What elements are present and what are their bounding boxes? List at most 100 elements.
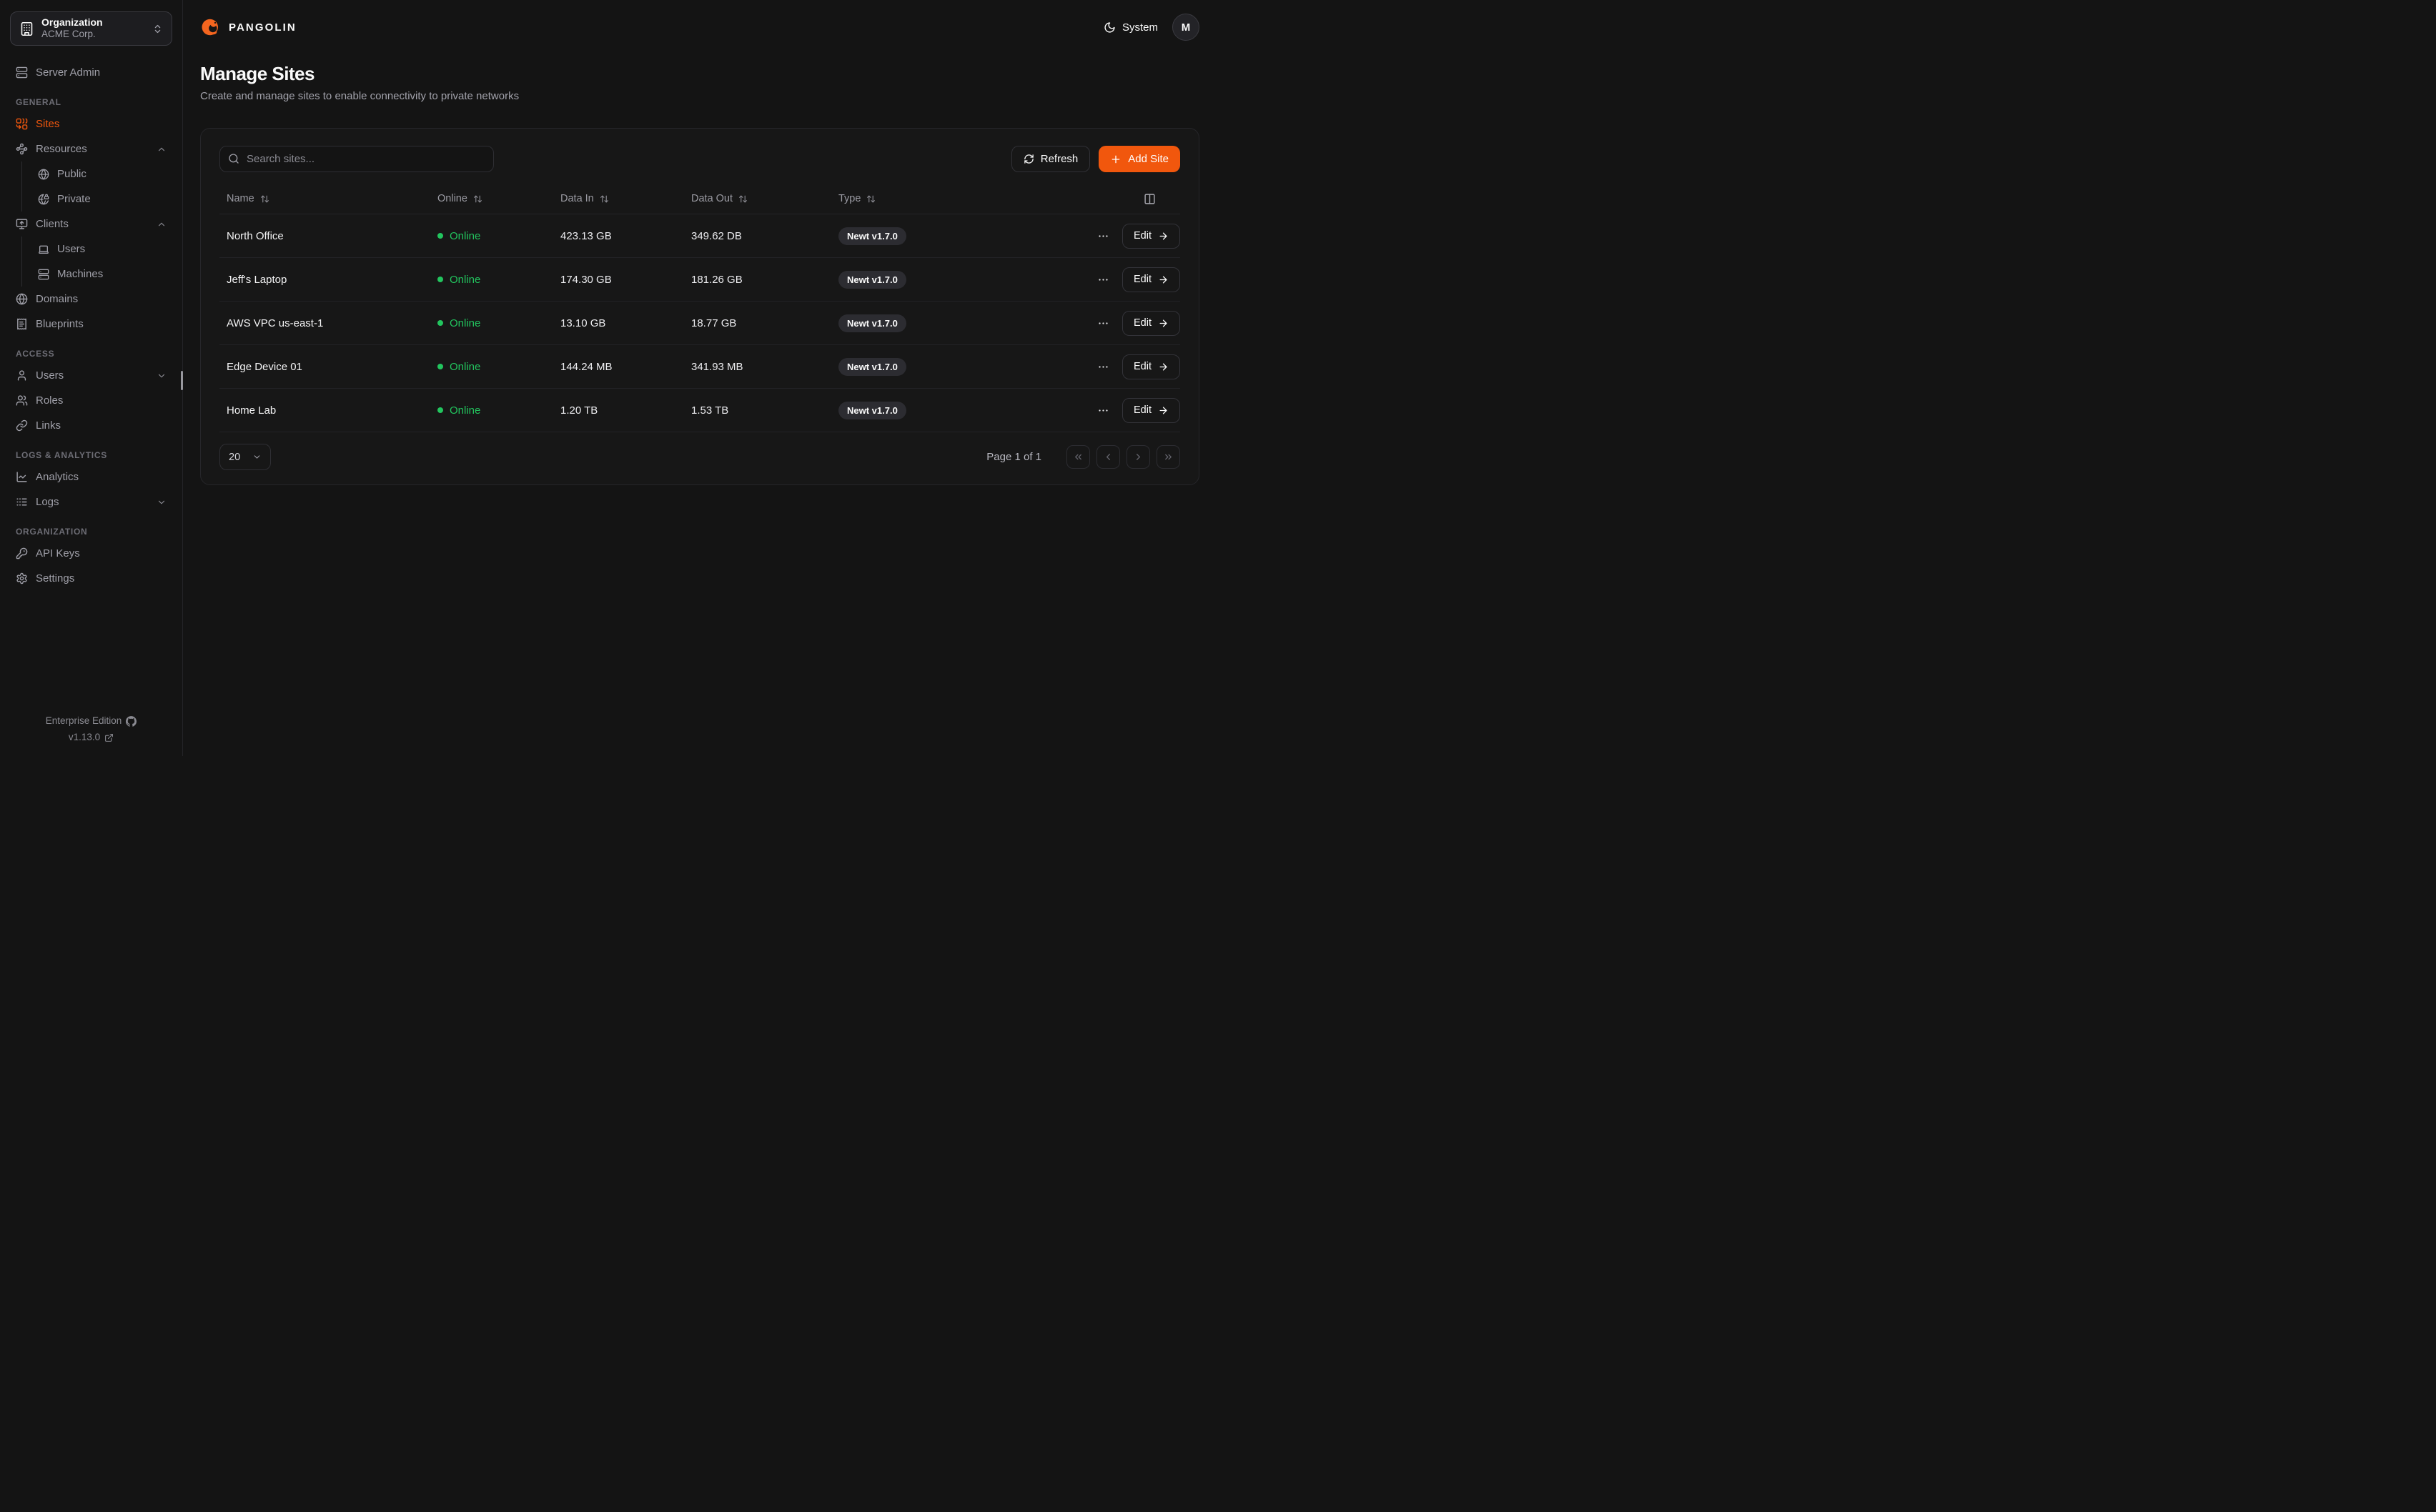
sidebar-scrollbar-thumb[interactable]	[181, 371, 183, 390]
sidebar-item-resources[interactable]: Resources	[10, 136, 172, 161]
section-label-organization: ORGANIZATION	[16, 527, 172, 537]
column-label: Name	[227, 193, 254, 204]
sidebar-item-analytics[interactable]: Analytics	[10, 464, 172, 489]
site-name: North Office	[219, 230, 437, 242]
column-label: Online	[437, 193, 467, 204]
data-in-value: 144.24 MB	[560, 361, 691, 373]
sidebar-item-client-users[interactable]: Users	[22, 237, 172, 262]
edit-label: Edit	[1134, 274, 1152, 285]
sidebar-item-label: Clients	[36, 218, 69, 230]
avatar[interactable]: M	[1172, 14, 1199, 41]
sidebar-item-private[interactable]: Private	[22, 186, 172, 212]
table-row: Home LabOnline1.20 TB1.53 TBNewt v1.7.0E…	[219, 389, 1180, 432]
receipt-text-icon	[16, 318, 28, 330]
table-row: North OfficeOnline423.13 GB349.62 DBNewt…	[219, 214, 1180, 258]
sidebar-item-settings[interactable]: Settings	[10, 566, 172, 591]
org-switcher[interactable]: Organization ACME Corp.	[10, 11, 172, 46]
prev-page-button[interactable]	[1096, 445, 1120, 469]
row-menu-button[interactable]	[1094, 271, 1112, 289]
sidebar-item-machines[interactable]: Machines	[22, 262, 172, 287]
row-menu-button[interactable]	[1094, 314, 1112, 332]
sidebar-item-users[interactable]: Users	[10, 363, 172, 388]
sidebar-item-label: Links	[36, 419, 61, 432]
refresh-button[interactable]: Refresh	[1011, 146, 1091, 172]
add-site-button[interactable]: Add Site	[1099, 146, 1180, 172]
sidebar-item-logs[interactable]: Logs	[10, 489, 172, 514]
chevron-down-icon	[157, 371, 167, 381]
edition-link[interactable]: Enterprise Edition	[10, 713, 172, 730]
next-page-button[interactable]	[1127, 445, 1150, 469]
brand[interactable]: PANGOLIN	[200, 16, 297, 38]
sidebar-item-api-keys[interactable]: API Keys	[10, 541, 172, 566]
edit-button[interactable]: Edit	[1122, 311, 1180, 336]
type-badge: Newt v1.7.0	[838, 358, 906, 376]
last-page-button[interactable]	[1157, 445, 1180, 469]
sites-card: Refresh Add Site Name	[200, 128, 1199, 485]
version-label: v1.13.0	[69, 730, 100, 746]
laptop-icon	[38, 244, 49, 255]
type-badge: Newt v1.7.0	[838, 227, 906, 245]
waypoints-icon	[16, 143, 28, 155]
gear-icon	[16, 572, 28, 585]
theme-toggle-label: System	[1122, 21, 1158, 34]
toolbar-actions: Refresh Add Site	[1011, 146, 1180, 172]
ellipsis-icon	[1097, 317, 1109, 329]
sort-icon	[473, 194, 482, 204]
edit-button[interactable]: Edit	[1122, 354, 1180, 379]
org-switcher-value: ACME Corp.	[41, 29, 145, 41]
avatar-initial: M	[1182, 21, 1191, 34]
resources-subtree: Public Private	[21, 161, 172, 212]
column-header-online[interactable]: Online	[437, 193, 560, 204]
version-link[interactable]: v1.13.0	[10, 730, 172, 746]
main-content: PANGOLIN System M Manage Sites Create an…	[183, 0, 1218, 756]
column-visibility-button[interactable]	[1144, 193, 1180, 205]
sort-icon	[600, 194, 609, 204]
type-badge: Newt v1.7.0	[838, 314, 906, 332]
page-subtitle: Create and manage sites to enable connec…	[200, 90, 1199, 102]
sidebar-item-links[interactable]: Links	[10, 413, 172, 438]
ellipsis-icon	[1097, 404, 1109, 417]
sidebar-item-clients[interactable]: Clients	[10, 212, 172, 237]
edit-button[interactable]: Edit	[1122, 267, 1180, 292]
theme-toggle-button[interactable]: System	[1104, 21, 1158, 34]
row-menu-button[interactable]	[1094, 227, 1112, 245]
user-icon	[16, 369, 28, 382]
edit-button[interactable]: Edit	[1122, 224, 1180, 249]
first-page-button[interactable]	[1066, 445, 1090, 469]
sidebar-item-domains[interactable]: Domains	[10, 287, 172, 312]
github-icon	[126, 716, 137, 727]
column-label: Type	[838, 193, 861, 204]
sidebar-item-blueprints[interactable]: Blueprints	[10, 312, 172, 337]
sidebar-item-roles[interactable]: Roles	[10, 388, 172, 413]
table-row: Jeff's LaptopOnline174.30 GB181.26 GBNew…	[219, 258, 1180, 302]
table-row: AWS VPC us-east-1Online13.10 GB18.77 GBN…	[219, 302, 1180, 345]
logs-list-icon	[16, 496, 28, 508]
column-header-name[interactable]: Name	[219, 193, 437, 204]
type-cell: Newt v1.7.0	[838, 402, 1037, 419]
sidebar-item-label: Private	[57, 193, 91, 205]
sidebar-footer: Enterprise Edition v1.13.0	[10, 713, 172, 746]
row-actions: Edit	[1037, 311, 1180, 336]
sidebar-item-label: Machines	[57, 268, 103, 280]
sidebar-item-public[interactable]: Public	[22, 161, 172, 186]
sidebar-item-sites[interactable]: Sites	[10, 111, 172, 136]
column-header-type[interactable]: Type	[838, 193, 1037, 204]
link-icon	[16, 419, 28, 432]
page-title: Manage Sites	[200, 63, 1199, 85]
data-out-value: 349.62 DB	[691, 230, 838, 242]
column-header-data-in[interactable]: Data In	[560, 193, 691, 204]
brand-name: PANGOLIN	[229, 21, 297, 34]
page-size-select[interactable]: 20	[219, 444, 271, 470]
column-header-data-out[interactable]: Data Out	[691, 193, 838, 204]
online-status: Online	[437, 230, 560, 242]
edit-label: Edit	[1134, 317, 1152, 329]
sort-icon	[738, 194, 748, 204]
search-input[interactable]	[219, 146, 494, 172]
row-menu-button[interactable]	[1094, 402, 1112, 419]
key-icon	[16, 547, 28, 559]
globe-icon	[16, 293, 28, 305]
sidebar-item-server-admin[interactable]: Server Admin	[10, 60, 172, 85]
edit-button[interactable]: Edit	[1122, 398, 1180, 423]
edit-label: Edit	[1134, 230, 1152, 242]
row-menu-button[interactable]	[1094, 358, 1112, 376]
